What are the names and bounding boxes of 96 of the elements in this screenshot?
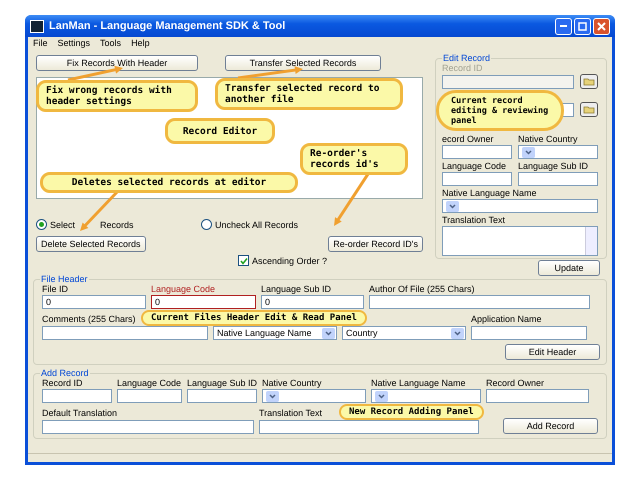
dropdown-field[interactable] [262, 389, 366, 403]
field-label: Language Code [442, 161, 506, 172]
radio-label[interactable]: Select [50, 220, 76, 230]
input-field[interactable] [259, 420, 479, 434]
edit-header-button[interactable]: Edit Header [505, 344, 600, 360]
input-field[interactable] [486, 389, 589, 403]
maximize-icon [578, 22, 587, 30]
arrow [238, 66, 303, 80]
menu-item[interactable]: File [33, 38, 48, 50]
group-title: Add Record [40, 368, 90, 378]
field-label: Language Code [151, 284, 216, 295]
toolbar-button[interactable]: Fix Records With Header [36, 55, 198, 71]
radio-label[interactable]: Records [100, 220, 134, 230]
field-label: Native Language Name [371, 378, 466, 389]
delete-selected-button[interactable]: Delete Selected Records [36, 236, 146, 252]
input-field[interactable] [442, 74, 574, 88]
field-label: Comments (255 Chars) [42, 313, 136, 326]
text-area[interactable] [442, 226, 598, 256]
field-label: Language Sub ID [187, 378, 258, 389]
arrow [68, 66, 123, 82]
input-field[interactable] [42, 326, 208, 340]
dropdown-arrow-icon [451, 328, 464, 338]
callout-tooltip: New Record Adding Panel [339, 404, 484, 420]
input-field[interactable] [117, 389, 182, 403]
callout-tooltip: Deletes selected records at editor [40, 172, 298, 193]
dropdown-field[interactable]: Country [342, 326, 466, 340]
field-label: File ID [42, 284, 68, 295]
callout-tooltip: Transfer selected record to another file [215, 78, 403, 110]
checkmark-icon [240, 256, 248, 264]
dropdown-field[interactable] [371, 389, 481, 403]
field-label: Author Of File (255 Chars) [369, 284, 475, 295]
browse-button[interactable] [580, 74, 598, 89]
minimize-button[interactable] [555, 18, 572, 34]
input-field[interactable] [518, 172, 598, 186]
window-title: LanMan - Language Management SDK & Tool [49, 20, 286, 32]
radio-label[interactable]: Uncheck All Records [215, 220, 298, 230]
input-field[interactable] [42, 389, 112, 403]
field-label: Language Sub ID [261, 284, 332, 295]
input-field[interactable] [442, 145, 512, 159]
add-record-button[interactable]: Add Record [503, 418, 598, 434]
group-title: Edit Record [442, 53, 492, 63]
menu-item[interactable]: Help [131, 38, 150, 50]
input-field[interactable] [42, 420, 254, 434]
input-field[interactable] [187, 389, 257, 403]
menu-item[interactable]: Tools [100, 38, 122, 50]
radio-button[interactable] [201, 219, 212, 230]
checkbox[interactable] [238, 255, 249, 266]
dropdown-arrow-icon [322, 328, 335, 338]
field-label: Default Translation [42, 407, 118, 420]
field-label: Record ID [442, 63, 483, 74]
browse-button[interactable] [580, 102, 598, 117]
field-label: Translation Text [442, 215, 506, 226]
input-field[interactable] [471, 326, 587, 340]
field-label: Language Code [117, 378, 182, 389]
field-label: Native Language Name [442, 188, 537, 199]
input-field[interactable]: 0 [261, 295, 364, 309]
field-label: Record ID [42, 378, 83, 389]
input-field[interactable]: 0 [42, 295, 146, 309]
dropdown-field[interactable]: Native Language Name [213, 326, 337, 340]
scrollbar[interactable] [585, 227, 597, 255]
input-field[interactable] [442, 172, 512, 186]
menu-item[interactable]: Settings [58, 38, 90, 50]
callout-tooltip: Record Editor [165, 118, 275, 144]
close-button[interactable] [593, 18, 610, 34]
callout-tooltip: Current record editing & reviewing panel [436, 90, 564, 131]
callout-tooltip: Fix wrong records with header settings [36, 80, 198, 112]
folder-icon [583, 105, 595, 114]
field-label: Application Name [471, 313, 542, 326]
close-icon [597, 22, 606, 30]
maximize-button[interactable] [574, 18, 591, 34]
folder-icon [583, 77, 595, 86]
dropdown-arrow-icon [375, 390, 388, 402]
callout-tooltip: Current Files Header Edit & Read Panel [141, 310, 367, 326]
dropdown-arrow-icon [446, 200, 459, 212]
arrow [334, 173, 370, 226]
dropdown-field[interactable] [518, 145, 598, 159]
field-label: Translation Text [259, 407, 322, 420]
checkbox-label[interactable]: Ascending Order ? [252, 256, 328, 266]
field-label: Native Country [262, 378, 322, 389]
field-label: ecord Owner [442, 134, 494, 145]
dropdown-field[interactable] [442, 199, 598, 213]
callout-tooltip: Re-order's records id's [300, 143, 408, 175]
field-label: Language Sub ID [518, 161, 588, 172]
input-field[interactable] [369, 295, 590, 309]
dropdown-arrow-icon [266, 390, 279, 402]
group-title: File Header [40, 274, 89, 284]
radio-button[interactable] [36, 219, 47, 230]
input-field[interactable]: 0 [151, 295, 256, 309]
field-label: Record Owner [486, 378, 544, 389]
update-button[interactable]: Update [538, 260, 600, 276]
app-icon [30, 20, 44, 32]
toolbar-button[interactable]: Transfer Selected Records [225, 55, 381, 71]
minimize-icon [560, 25, 567, 27]
field-label: Native Country [518, 134, 578, 145]
dropdown-arrow-icon [522, 146, 535, 158]
reorder-ids-button[interactable]: Re-order Record ID's [328, 236, 423, 252]
